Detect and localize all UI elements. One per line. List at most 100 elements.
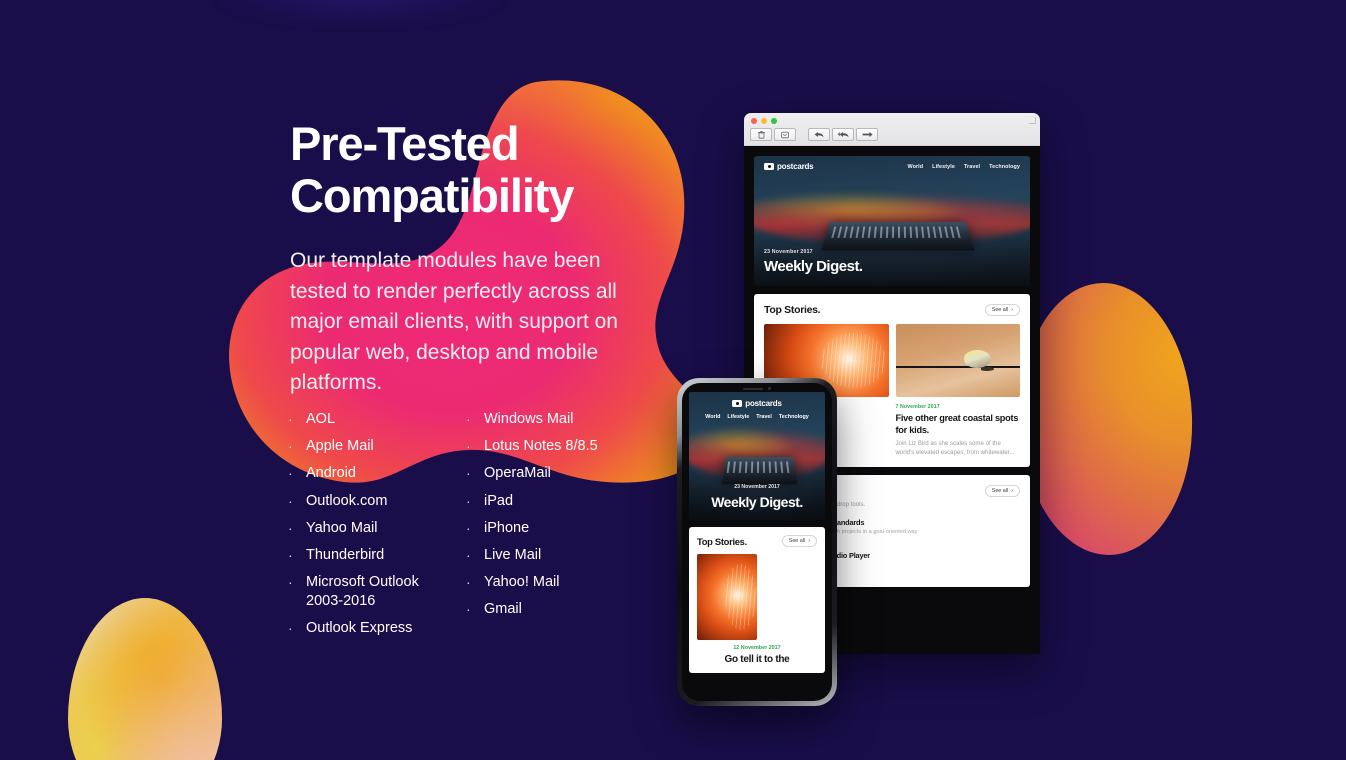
hero-copy: Pre-Tested Compatibility Our template mo… [290,118,640,399]
resize-handle-icon[interactable] [1029,117,1036,124]
bullet-icon: · [466,465,471,482]
delete-icon[interactable] [750,128,772,141]
list-item: · Yahoo Mail [288,519,378,536]
see-all-button[interactable]: See all › [984,304,1020,316]
close-icon[interactable] [751,118,757,124]
forward-icon[interactable] [856,128,878,141]
list-item: · Windows Mail [466,411,574,427]
mail-toolbar [750,128,878,141]
hero-subcopy: Our template modules have been tested to… [290,249,618,394]
reply-icon[interactable] [808,128,830,141]
hero-title: Weekly Digest. [764,258,863,275]
window-controls[interactable] [751,118,777,124]
page-title: Pre-Tested Compatibility [290,117,574,222]
see-all-button[interactable]: See all › [781,535,817,547]
email-hero: postcards World Lifestyle Travel Technol… [754,156,1030,286]
bullet-icon: · [288,574,293,591]
background-blob-bottom-left [68,598,222,760]
speaker-icon [743,387,763,390]
story-item[interactable]: 12 November 2017 Go tell it to the [697,645,817,665]
nav-item-world[interactable]: World [908,164,924,170]
client-column-right: · Windows Mail · Lotus Notes 8/8.5 · OperaM… [466,410,666,647]
mobile-email-nav: World Lifestyle Travel Technology [689,414,825,420]
bullet-icon: · [288,465,293,482]
nav-item-lifestyle[interactable]: Lifestyle [727,414,749,420]
minimize-icon[interactable] [761,118,767,124]
nav-item-world[interactable]: World [705,414,720,420]
nav-item-travel[interactable]: Travel [756,414,772,420]
hero-date: 23 November 2017 [734,484,780,490]
list-item: · Android [288,465,356,482]
promo-slide: Pre-Tested Compatibility Our template mo… [0,0,1346,760]
hero-date: 23 November 2017 [764,249,813,255]
list-item: · AOL [288,411,336,427]
mobile-top-stories-card: Top Stories. See all › 12 November 2017 … [689,527,825,673]
zoom-icon[interactable] [771,118,777,124]
bullet-icon: · [288,411,293,427]
background-blob-top [215,0,505,18]
brand-name: postcards [777,162,814,171]
story-item[interactable]: 7 November 2017 Five other great coastal… [896,404,1021,457]
story-headline: Five other great coastal spots for kids. [895,413,1019,435]
story-date: 7 November 2017 [895,404,940,410]
background-blob-right [1015,280,1197,558]
client-column-left: · AOL · Apple Mail · Android · Outlook.com ·… [288,410,466,647]
bullet-icon: · [466,519,471,536]
window-titlebar [744,113,1040,146]
reply-all-icon[interactable] [832,128,854,141]
bullet-icon: · [466,574,471,591]
section-title: Top Stories. [697,535,747,547]
phone-screen: postcards World Lifestyle Travel Technol… [682,383,832,701]
list-item: · Outlook Express [288,620,413,637]
bullet-icon: · [288,620,293,637]
list-item: · OperaMail [466,465,551,482]
bullet-icon: · [288,546,293,563]
bullet-icon: · [466,411,471,427]
list-item: · Outlook.com [288,492,388,509]
postcards-mark-icon [732,400,743,407]
mobile-email-hero: postcards World Lifestyle Travel Technol… [689,392,825,520]
story-headline: Go tell it to the [724,654,790,665]
see-all-label: See all [991,488,1009,495]
story-date: 12 November 2017 [733,645,781,651]
email-nav: World Lifestyle Travel Technology [908,164,1021,170]
email-header: postcards World Lifestyle Travel Technol… [754,162,1030,171]
list-item: · Gmail [466,601,522,618]
bullet-icon: · [466,601,471,618]
list-item: · Thunderbird [288,546,385,563]
postcards-mark-icon [764,163,774,170]
junk-icon[interactable] [774,128,796,141]
card-header: Top Stories. See all › [697,535,817,547]
bullet-icon: · [288,438,293,455]
list-item: · iPhone [466,519,530,536]
hero-title: Weekly Digest. [711,494,803,510]
bullet-icon: · [466,438,471,455]
list-item: · Yahoo! Mail [466,574,560,591]
mobile-mail-mockup: postcards World Lifestyle Travel Technol… [677,378,837,706]
brand-logo: postcards [764,162,814,171]
chevron-right-icon: › [1011,488,1013,495]
list-item: · Live Mail [466,546,542,563]
brand-name: postcards [745,399,782,408]
bullet-icon: · [466,492,471,509]
nav-item-lifestyle[interactable]: Lifestyle [932,164,955,170]
list-item: · Apple Mail [288,438,374,455]
supported-clients: · AOL · Apple Mail · Android · Outlook.com ·… [288,410,666,647]
brand-logo: postcards [689,399,825,408]
story-body: Join Liz Bird as she scales some of the … [895,440,1015,456]
phone-notch [731,386,783,391]
see-all-button[interactable]: See all › [984,485,1020,498]
list-item: · Lotus Notes 8/8.5 [466,438,598,455]
list-item: · Microsoft Outlook 2003-2016 [288,574,419,610]
bullet-icon: · [466,546,471,563]
nav-item-technology[interactable]: Technology [989,164,1020,170]
story-image-bird [895,324,1020,397]
card-header: Top Stories. See all › [764,304,1020,316]
nav-item-technology[interactable]: Technology [779,414,809,420]
section-title: Top Stories. [764,304,821,316]
see-all-label: See all [788,538,806,544]
nav-item-travel[interactable]: Travel [964,164,980,170]
chevron-right-icon: › [1011,307,1013,313]
camera-icon [768,387,771,390]
bullet-icon: · [288,519,293,536]
